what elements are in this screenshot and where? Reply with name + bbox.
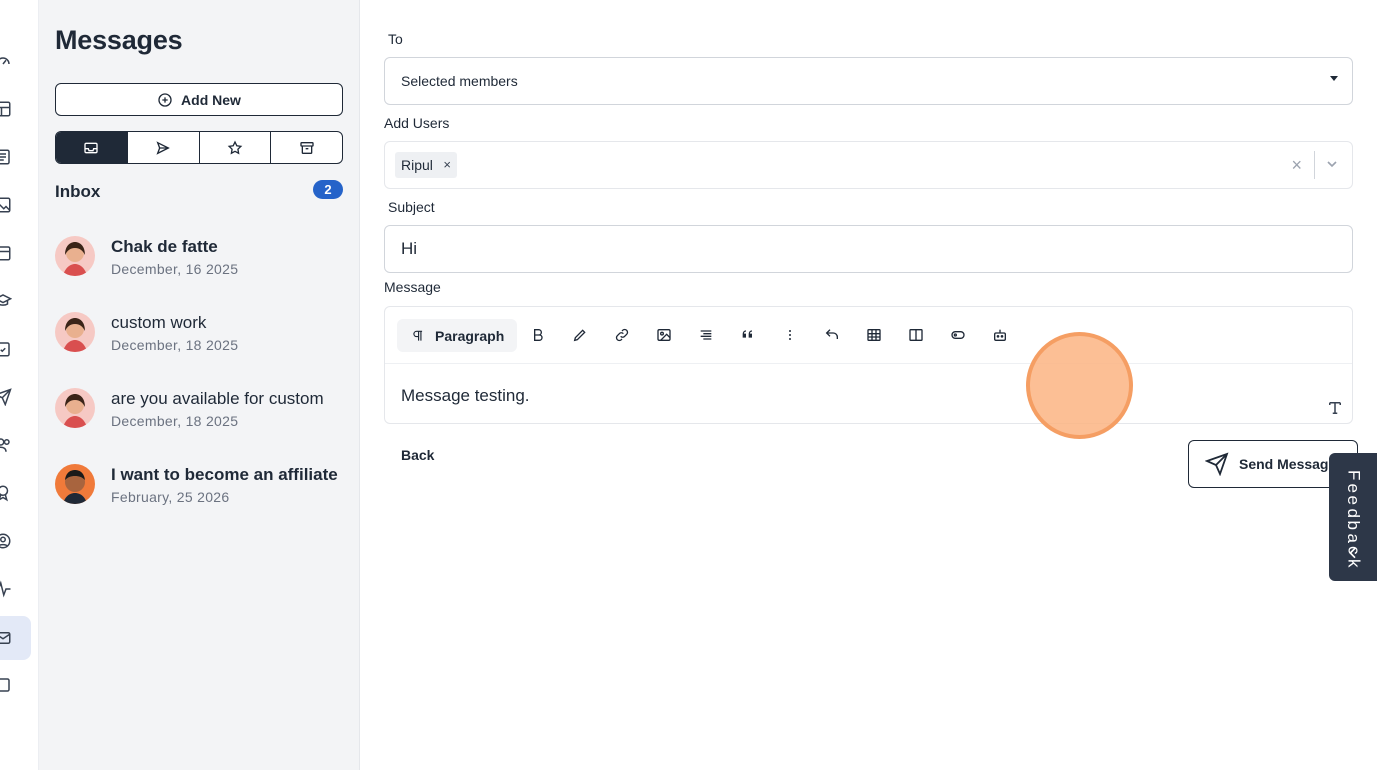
message-item[interactable]: are you available for custom December, 1… (55, 388, 345, 444)
more-vertical-icon[interactable] (781, 326, 799, 344)
message-date: December, 18 2025 (111, 413, 239, 429)
message-item[interactable]: custom work December, 18 2025 (55, 312, 345, 368)
text-format-icon[interactable] (1326, 399, 1344, 417)
sent-icon (156, 140, 170, 155)
clear-users-icon[interactable]: × (1291, 154, 1302, 176)
to-select[interactable]: Selected members (384, 57, 1353, 105)
clipboard-check-icon[interactable] (0, 338, 14, 360)
add-users-label: Add Users (384, 115, 450, 131)
send-message-label: Send Message (1239, 456, 1337, 472)
feedback-letter: e (1344, 495, 1364, 505)
message-body: Message testing. (401, 386, 530, 405)
feedback-letter: d (1344, 508, 1364, 518)
layout-icon[interactable] (0, 98, 14, 120)
caret-down-icon (1330, 76, 1338, 81)
to-select-value: Selected members (401, 73, 518, 89)
feedback-tab[interactable]: F e e d b a c k (1329, 453, 1377, 581)
paragraph-label: Paragraph (435, 327, 505, 344)
dashboard-icon[interactable] (0, 50, 14, 72)
subject-value: Hi (401, 239, 418, 258)
nav-rail (0, 0, 39, 770)
send-icon (1205, 452, 1229, 476)
subject-label: Subject (388, 199, 435, 215)
mail-icon[interactable] (0, 627, 14, 649)
feedback-letter: F (1344, 470, 1364, 481)
columns-icon[interactable] (907, 326, 925, 344)
tab-starred[interactable] (200, 132, 272, 163)
feedback-letter: a (1344, 533, 1364, 543)
activity-icon[interactable] (0, 578, 14, 600)
feedback-letter: b (1344, 520, 1364, 530)
tag-icon[interactable] (949, 326, 967, 344)
calendar-icon[interactable] (0, 242, 14, 264)
message-date: December, 16 2025 (111, 261, 239, 277)
graduation-cap-icon[interactable] (0, 290, 14, 312)
message-title: custom work (111, 313, 207, 332)
send-icon[interactable] (0, 386, 14, 408)
user-chip: Ripul × (395, 152, 457, 178)
chip-remove-icon[interactable]: × (443, 152, 451, 178)
feedback-letter: e (1344, 483, 1364, 493)
message-label: Message (384, 279, 441, 295)
messages-panel: Messages Add New Inbox 2 Chak de fatte D… (39, 0, 360, 770)
plus-circle-icon (158, 92, 172, 107)
user-chip-label: Ripul (401, 157, 433, 173)
image-icon[interactable] (655, 326, 673, 344)
to-label: To (388, 31, 403, 47)
quote-icon[interactable] (739, 326, 757, 344)
image-icon[interactable] (0, 194, 14, 216)
cursor-highlight (1026, 332, 1133, 439)
document-icon[interactable] (0, 146, 14, 168)
tab-archive[interactable] (271, 132, 342, 163)
align-icon[interactable] (697, 326, 715, 344)
message-date: December, 18 2025 (111, 337, 239, 353)
add-new-label: Add New (181, 91, 241, 108)
inbox-heading: Inbox (55, 182, 101, 201)
user-circle-icon[interactable] (0, 530, 14, 552)
bold-icon[interactable] (529, 326, 547, 344)
editor-toolbar: Paragraph (385, 307, 1352, 364)
avatar (55, 236, 95, 276)
tab-inbox[interactable] (56, 132, 128, 163)
badge-icon[interactable] (0, 482, 14, 504)
chevron-left-icon (1349, 547, 1356, 559)
archive-icon (299, 141, 314, 154)
message-title: are you available for custom (111, 389, 324, 408)
pencil-icon[interactable] (571, 326, 589, 344)
panel-title: Messages (55, 25, 183, 55)
tab-sent[interactable] (128, 132, 200, 163)
chevron-down-icon[interactable] (1324, 156, 1340, 172)
avatar (55, 312, 95, 352)
inbox-count-badge: 2 (313, 180, 343, 199)
add-users-select[interactable]: Ripul × × (384, 141, 1353, 189)
undo-icon[interactable] (823, 326, 841, 344)
avatar (55, 464, 95, 504)
table-icon[interactable] (865, 326, 883, 344)
message-title: I want to become an affiliate (111, 465, 338, 484)
message-title: Chak de fatte (111, 237, 218, 256)
subject-input[interactable]: Hi (384, 225, 1353, 273)
message-date: February, 25 2026 (111, 489, 230, 505)
avatar (55, 388, 95, 428)
paragraph-style-button[interactable]: Paragraph (397, 319, 517, 352)
message-item[interactable]: Chak de fatte December, 16 2025 (55, 236, 345, 292)
back-button[interactable]: Back (401, 447, 434, 463)
users-icon[interactable] (0, 434, 14, 456)
link-icon[interactable] (613, 326, 631, 344)
message-folder-tabs (55, 131, 343, 164)
select-divider (1314, 151, 1315, 179)
robot-icon[interactable] (991, 326, 1009, 344)
pilcrow-icon (413, 330, 423, 341)
message-editor[interactable]: Paragraph Message testing. (384, 306, 1353, 424)
app: Messages Add New Inbox 2 Chak de fatte D… (0, 0, 1377, 770)
add-new-button[interactable]: Add New (55, 83, 343, 116)
message-item[interactable]: I want to become an affiliate February, … (55, 464, 345, 520)
square-icon[interactable] (0, 674, 14, 696)
inbox-icon (84, 142, 99, 153)
star-icon (227, 139, 243, 154)
